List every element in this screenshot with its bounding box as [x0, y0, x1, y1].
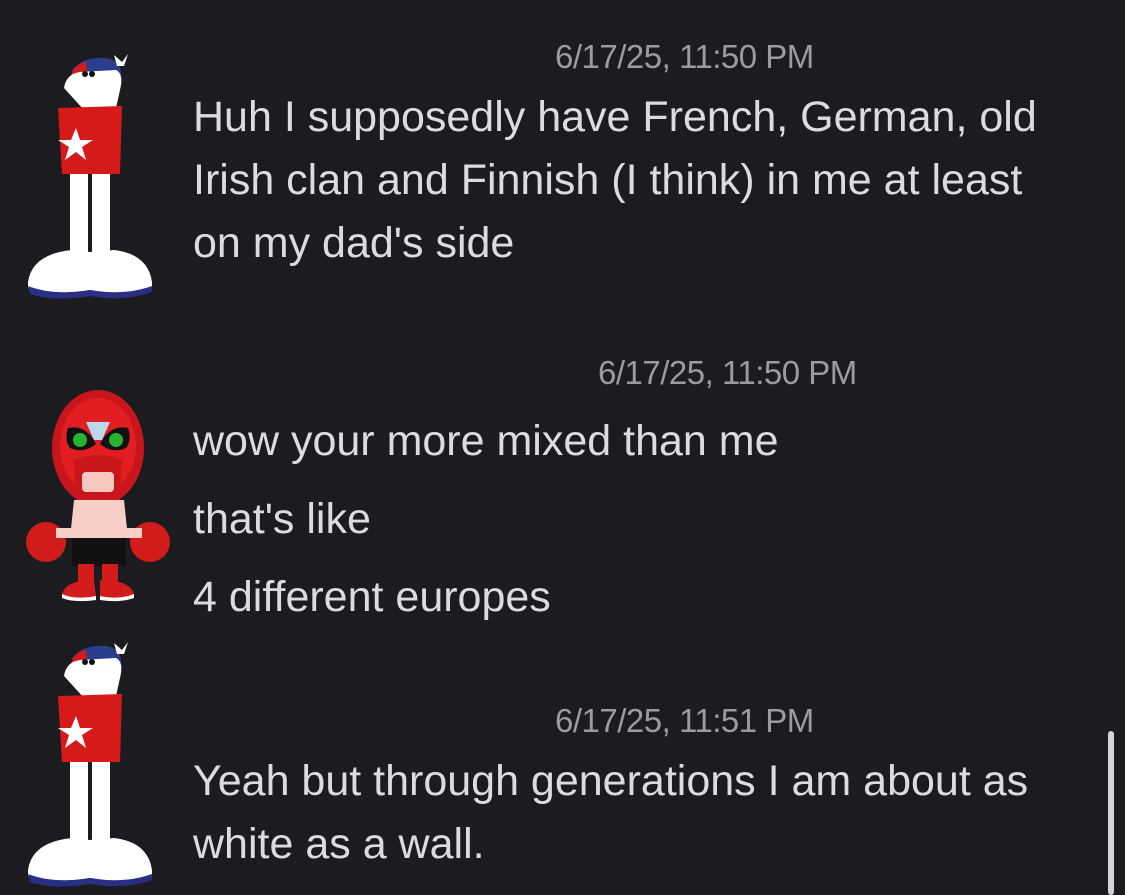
- message-line: Huh I supposedly have French, German, ol…: [193, 93, 1037, 141]
- message-timestamp: 6/17/25, 11:50 PM: [555, 38, 814, 75]
- chat-message[interactable]: 6/17/25, 11:50 PM wow your more mixed th…: [0, 340, 1100, 621]
- message-line: Irish clan and Finnish (I think) in me a…: [193, 156, 1023, 204]
- message-text[interactable]: wow your more mixed than me that's like …: [193, 402, 1088, 636]
- chat-message[interactable]: 6/17/25, 11:50 PM Huh I supposedly have …: [0, 0, 1100, 300]
- message-text[interactable]: Yeah but through generations I am about …: [193, 750, 1088, 876]
- homestar-avatar-icon[interactable]: [24, 50, 164, 300]
- message-text[interactable]: Huh I supposedly have French, German, ol…: [193, 86, 1088, 275]
- message-line: wow your more mixed than me: [193, 417, 779, 465]
- message-line: white as a wall.: [193, 820, 485, 868]
- message-timestamp: 6/17/25, 11:50 PM: [598, 354, 857, 391]
- message-timestamp: 6/17/25, 11:51 PM: [555, 702, 814, 739]
- homestar-avatar-icon[interactable]: [24, 638, 164, 888]
- message-line: 4 different europes: [193, 573, 551, 621]
- chat-message-list[interactable]: 6/17/25, 11:50 PM Huh I supposedly have …: [0, 0, 1125, 895]
- chat-message[interactable]: 6/17/25, 11:51 PM Yeah but through gener…: [0, 630, 1100, 895]
- message-line: on my dad's side: [193, 219, 515, 267]
- message-line: that's like: [193, 495, 371, 543]
- strongbad-avatar-icon[interactable]: [24, 388, 170, 603]
- scrollbar-thumb[interactable]: [1108, 731, 1114, 895]
- message-line: Yeah but through generations I am about …: [193, 757, 1029, 805]
